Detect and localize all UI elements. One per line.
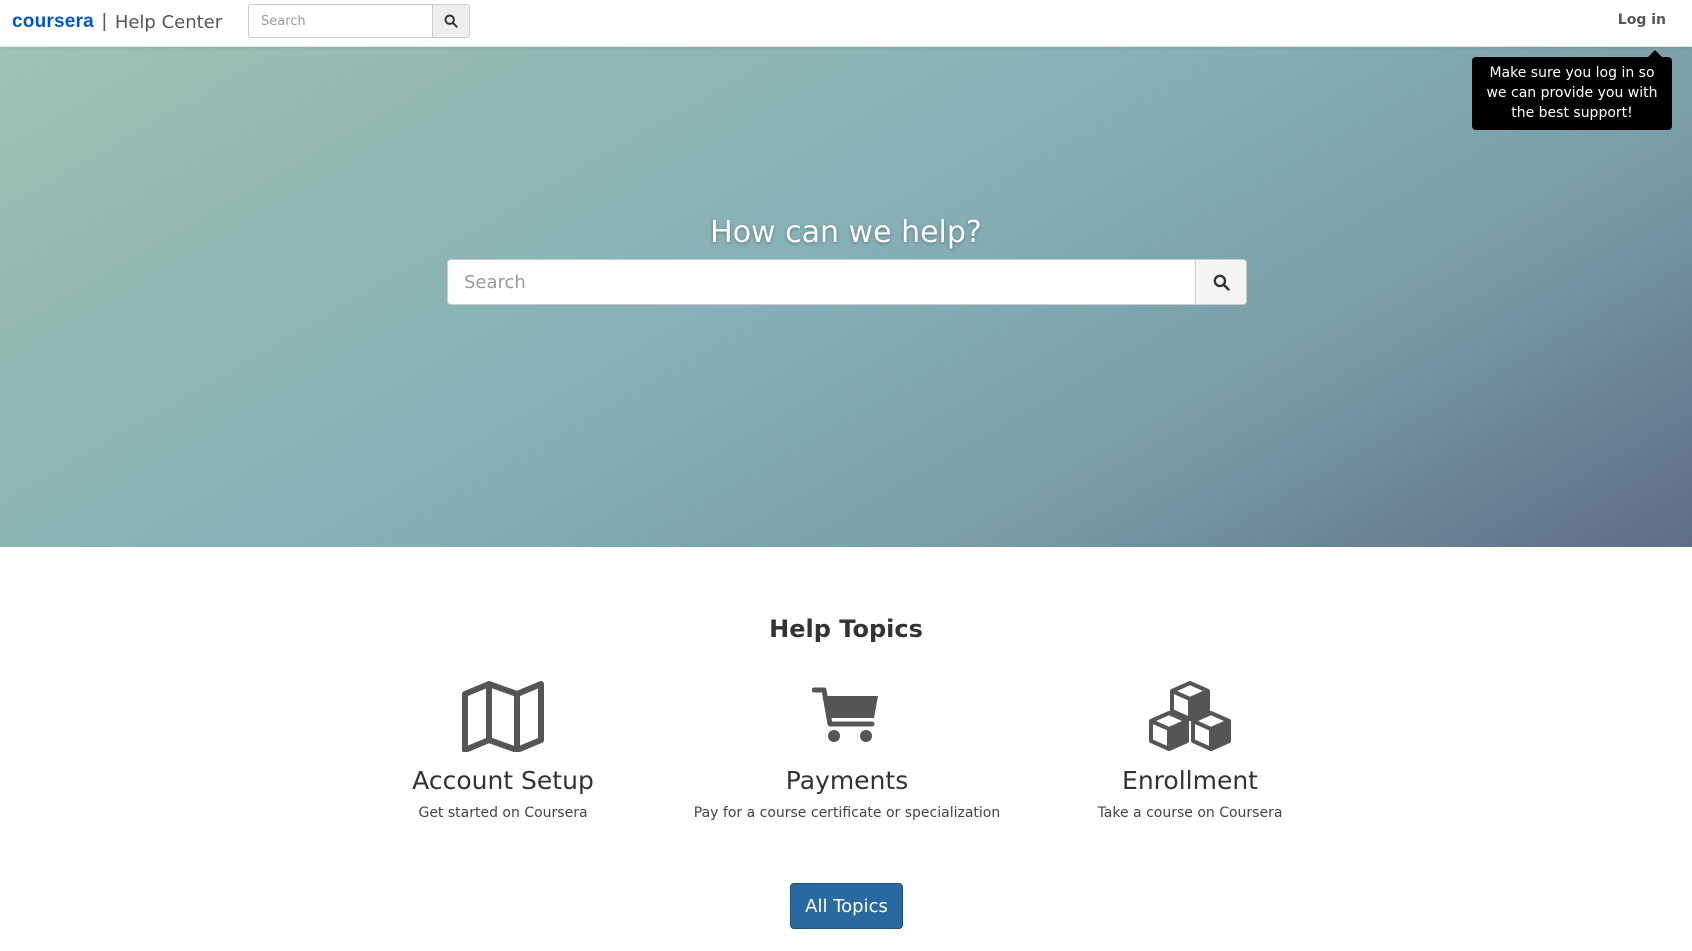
hero-search [447,259,1247,305]
search-icon [1213,274,1230,291]
topic-payments[interactable]: Payments Pay for a course certificate or… [675,680,1019,821]
hero-search-button[interactable] [1196,259,1247,305]
topic-description: Get started on Coursera [418,805,588,821]
topic-title: Payments [785,766,909,795]
search-icon [444,14,458,28]
header-search [248,4,470,38]
login-tooltip: Make sure you log in so we can provide y… [1472,50,1672,130]
help-topics-heading: Help Topics [769,615,923,643]
cart-icon [812,687,878,742]
brand[interactable]: coursera | Help Center [12,10,222,34]
top-header: coursera | Help Center Log in [0,0,1692,47]
login-link[interactable]: Log in [1618,12,1666,28]
header-search-input[interactable] [248,4,432,38]
map-icon [462,681,544,752]
cubes-icon [1149,681,1231,751]
hero-title: How can we help? [710,215,982,250]
hero-search-input[interactable] [447,259,1196,305]
topic-description: Take a course on Coursera [1097,805,1283,821]
topic-title: Account Setup [412,766,594,795]
brand-separator: | [101,11,107,32]
topic-description: Pay for a course certificate or speciali… [693,805,1001,821]
help-center-title[interactable]: Help Center [115,12,222,33]
coursera-logo[interactable]: coursera [12,11,94,33]
hero-banner: How can we help? [0,47,1692,547]
header-search-button[interactable] [432,4,470,38]
topic-account-setup[interactable]: Account Setup Get started on Coursera [331,680,675,821]
topic-enrollment[interactable]: Enrollment Take a course on Coursera [1018,680,1362,821]
all-topics-button[interactable]: All Topics [790,883,903,929]
topic-title: Enrollment [1122,766,1258,795]
